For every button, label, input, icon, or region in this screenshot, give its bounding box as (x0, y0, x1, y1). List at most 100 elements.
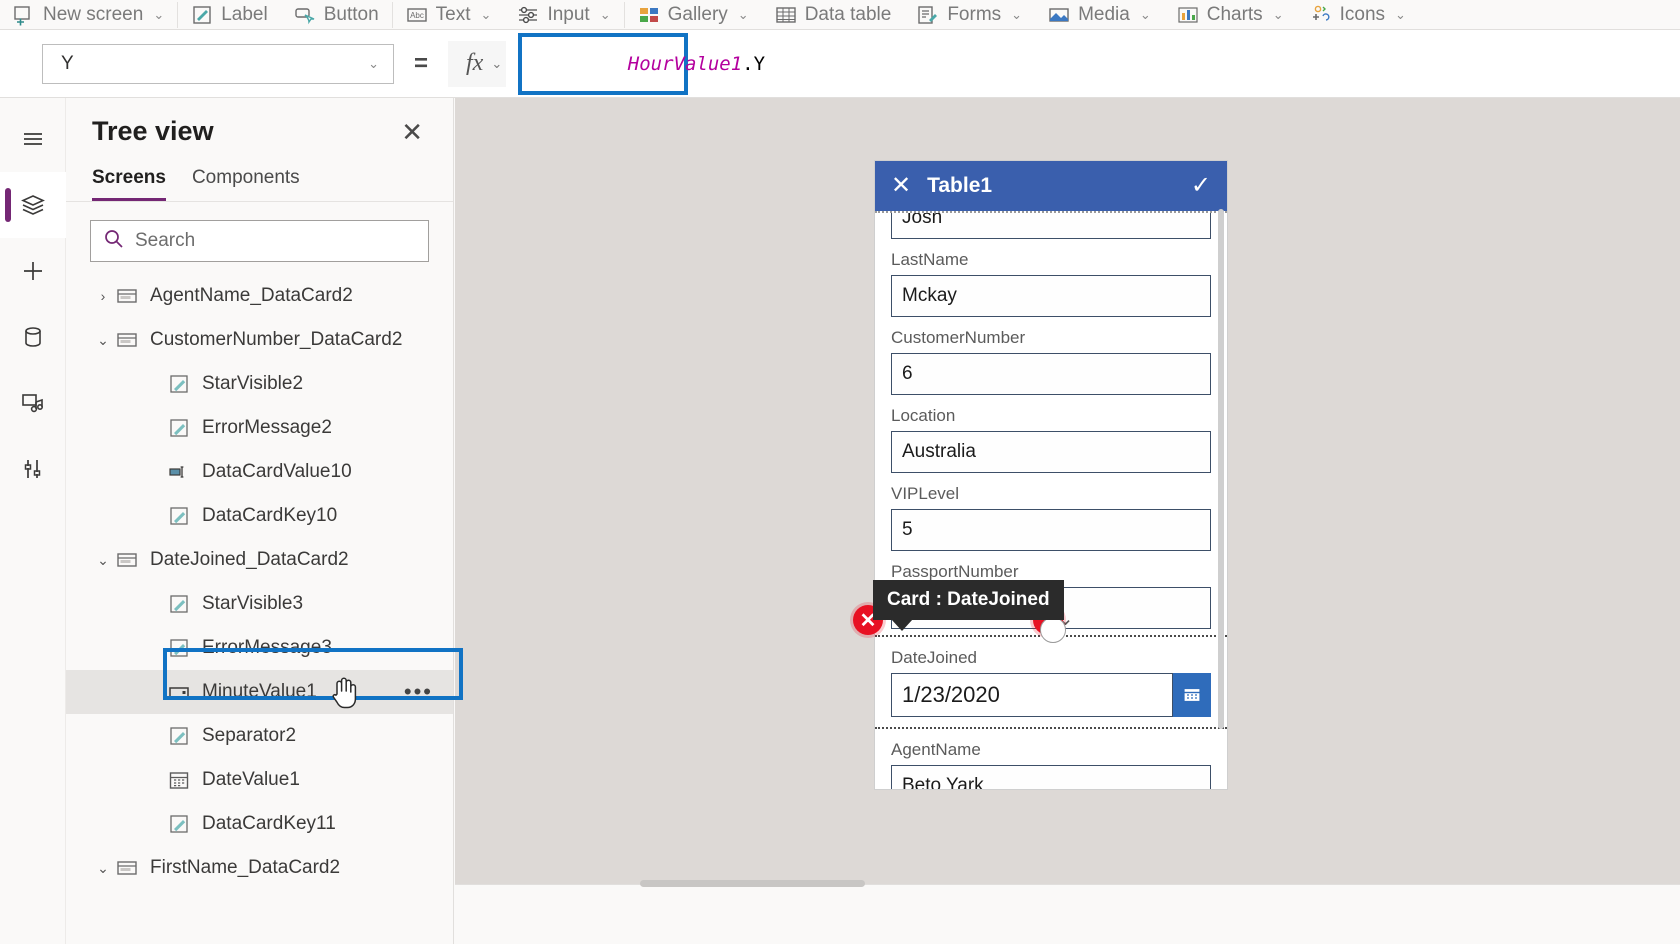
ribbon-item-label[interactable]: Label (178, 0, 281, 29)
form-title: Table1 (927, 174, 993, 197)
fx-button[interactable]: fx ⌄ (448, 40, 507, 87)
form-field-input[interactable]: 6 (891, 353, 1211, 395)
formula-bar-remainder[interactable] (688, 40, 1680, 87)
tree-view-icon (19, 191, 47, 219)
form-card-lastname[interactable]: LastName Mckay (875, 250, 1227, 317)
tree-item-firstname_datacard2[interactable]: ⌄ FirstName_DataCard2 (66, 846, 453, 890)
ribbon-item-icons[interactable]: Icons ⌄ (1297, 0, 1419, 29)
ribbon-label: Icons (1339, 3, 1386, 25)
top-ribbon: New screen ⌄ Label Button Abc Text ⌄ Inp… (0, 0, 1680, 30)
rail-item-data[interactable] (0, 304, 66, 370)
tree-item-more-options-button[interactable]: ••• (404, 679, 433, 705)
tab-screens[interactable]: Screens (92, 167, 166, 201)
close-icon[interactable]: ✕ (401, 119, 423, 145)
rail-item-hamburger-menu[interactable] (0, 106, 66, 172)
form-field-input[interactable]: Mckay (891, 275, 1211, 317)
ribbon-item-media[interactable]: Media ⌄ (1035, 0, 1164, 29)
tree-item-datacardkey10[interactable]: DataCardKey10 (66, 494, 453, 538)
resize-handle[interactable] (1040, 617, 1066, 643)
rail-item-media[interactable] (0, 370, 66, 436)
tab-components[interactable]: Components (192, 167, 300, 201)
tree-item-errormessage2[interactable]: ErrorMessage2 (66, 406, 453, 450)
form-field-input[interactable]: 5 (891, 509, 1211, 551)
tree-item-label: DateJoined_DataCard2 (150, 549, 349, 570)
data-table-icon (775, 4, 797, 26)
form-card-customernumber[interactable]: CustomerNumber 6 (875, 328, 1227, 395)
chevron-down-icon: ⌄ (480, 6, 492, 22)
form-card-firstname[interactable]: Josh (875, 213, 1227, 239)
datacard-icon (114, 857, 140, 879)
rail-item-insert[interactable] (0, 238, 66, 304)
mouse-cursor (330, 674, 364, 717)
ribbon-item-text[interactable]: Abc Text ⌄ (393, 0, 505, 29)
formula-bar: Y ⌄ = fx ⌄ HourValue1.Y (0, 30, 1680, 98)
ribbon-label: Gallery (667, 3, 728, 25)
tree-item-customernumber_datacard2[interactable]: ⌄ CustomerNumber_DataCard2 (66, 318, 453, 362)
tree-item-label: Separator2 (202, 725, 297, 746)
tree-item-datacardkey11[interactable]: DataCardKey11 (66, 802, 453, 846)
chevron-down-icon[interactable]: ⌄ (92, 552, 114, 569)
tree-item-starvisible3[interactable]: StarVisible3 (66, 582, 453, 626)
chevron-down-icon: ⌄ (1139, 6, 1151, 22)
data-icon (19, 323, 47, 351)
ribbon-item-input[interactable]: Input ⌄ (504, 0, 623, 29)
chevron-right-icon[interactable]: › (92, 288, 114, 304)
rail-item-tree-view[interactable] (0, 172, 66, 238)
tree-item-starvisible2[interactable]: StarVisible2 (66, 362, 453, 406)
canvas-bottom-bar (455, 884, 1680, 944)
form-scrollbar[interactable] (1218, 209, 1224, 729)
tree-item-datevalue1[interactable]: DateValue1 (66, 758, 453, 802)
label-icon (191, 4, 213, 26)
ribbon-item-button[interactable]: Button (281, 0, 392, 29)
tree-item-minutevalue1[interactable]: MinuteValue1 ••• (66, 670, 453, 714)
ribbon-label: New screen (43, 3, 144, 25)
form-card-location[interactable]: Location Australia (875, 406, 1227, 473)
datacard-icon (114, 329, 140, 351)
ribbon-item-charts[interactable]: Charts ⌄ (1164, 0, 1297, 29)
rail-item-advanced-tools[interactable] (0, 436, 66, 502)
tree-item-separator2[interactable]: Separator2 (66, 714, 453, 758)
ribbon-label: Input (547, 3, 590, 25)
form-card-viplevel[interactable]: VIPLevel 5 (875, 484, 1227, 551)
ribbon-label: Forms (947, 3, 1002, 25)
date-input[interactable]: 1/23/2020 (891, 673, 1173, 717)
ribbon-item-forms[interactable]: Forms ⌄ (904, 0, 1035, 29)
label-control-icon (166, 813, 192, 835)
form-card-datejoined[interactable]: DateJoined 1/23/2020 (875, 635, 1227, 729)
label-control-icon (166, 593, 192, 615)
tree-view-panel: Tree view ✕ Screens Components Search › A… (66, 98, 454, 944)
property-selector[interactable]: Y ⌄ (42, 43, 394, 84)
formula-input[interactable]: HourValue1.Y (518, 32, 765, 95)
close-icon[interactable]: ✕ (891, 174, 911, 198)
form-field-input[interactable]: Australia (891, 431, 1211, 473)
check-icon[interactable]: ✓ (1191, 174, 1211, 198)
calendar-icon[interactable] (1173, 673, 1211, 717)
chevron-down-icon: ⌄ (1395, 6, 1406, 22)
label-control-icon (166, 725, 192, 747)
form-header: ✕ Table1 ✓ (875, 161, 1227, 211)
chevron-down-icon: ⌄ (737, 6, 749, 22)
tree-item-datejoined_datacard2[interactable]: ⌄ DateJoined_DataCard2 (66, 538, 453, 582)
ribbon-item-new-screen[interactable]: New screen ⌄ (0, 0, 177, 29)
ribbon-label: Charts (1206, 3, 1263, 25)
ribbon-item-gallery[interactable]: Gallery ⌄ (625, 0, 762, 29)
tree-item-errormessage3[interactable]: ErrorMessage3 (66, 626, 453, 670)
date-picker-icon (166, 769, 192, 791)
tree-item-label: DataCardKey10 (202, 505, 338, 526)
ribbon-item-data-table[interactable]: Data table (762, 0, 905, 29)
form-field-input[interactable]: Beto Yark (891, 765, 1211, 789)
search-container: Search (66, 202, 453, 262)
form-card-agentname[interactable]: AgentName Beto Yark (875, 740, 1227, 789)
tree-item-agentname_datacard2[interactable]: › AgentName_DataCard2 (66, 274, 453, 318)
tree-item-datacardvalue10[interactable]: DataCardValue10 (66, 450, 453, 494)
chevron-down-icon[interactable]: ⌄ (92, 860, 114, 877)
form-field-input[interactable]: Josh (891, 213, 1211, 239)
panel-title: Tree view (92, 116, 214, 146)
canvas-horizontal-scrollbar[interactable] (640, 880, 865, 887)
search-input[interactable]: Search (90, 220, 429, 262)
tree-item-label: ErrorMessage2 (202, 417, 332, 438)
app-canvas[interactable]: ✕ Table1 ✓ Josh LastName Mckay CustomerNumb… (455, 98, 1680, 944)
tree-item-list: › AgentName_DataCard2 ⌄ CustomerNumber_Data… (66, 274, 453, 890)
phone-form-preview[interactable]: ✕ Table1 ✓ Josh LastName Mckay CustomerNumb… (875, 161, 1227, 789)
chevron-down-icon[interactable]: ⌄ (92, 332, 114, 349)
